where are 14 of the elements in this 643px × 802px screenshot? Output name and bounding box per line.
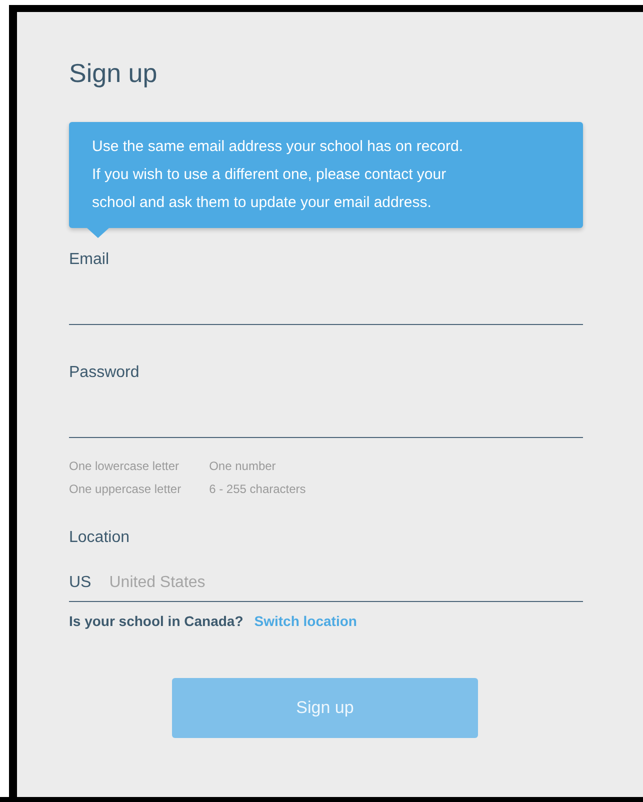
- tooltip-pointer: [87, 228, 109, 238]
- field-label: Location: [69, 528, 130, 548]
- switch-location-link[interactable]: Switch location: [254, 613, 357, 629]
- field-label: Email: [69, 250, 110, 270]
- location-field[interactable]: United States: [109, 570, 583, 594]
- field-label: Password: [69, 363, 140, 383]
- password-rule: One uppercase letter: [69, 481, 182, 498]
- canada-question: Is your school in Canada?: [69, 613, 244, 629]
- password-rule: One number: [209, 458, 277, 475]
- page-title: Sign up: [69, 57, 158, 89]
- country-code: US: [69, 574, 92, 592]
- tooltip: Use the same email address your school has on record. If you wish to use a different one, please contact your school and ask them to update your email address.: [69, 122, 583, 228]
- password-rule: One lowercase letter: [69, 458, 180, 475]
- password-rule: 6 - 255 characters: [209, 481, 306, 498]
